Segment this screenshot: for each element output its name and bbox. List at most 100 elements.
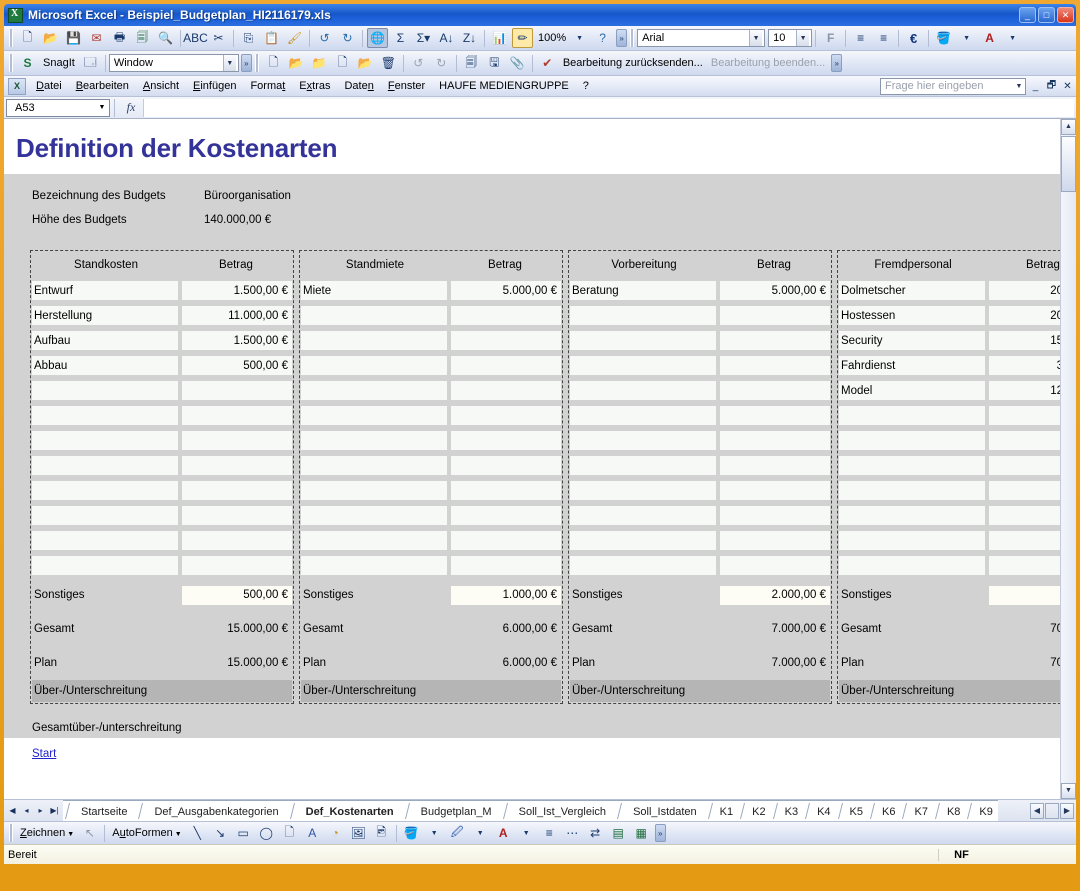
copy-icon[interactable]: ⎘ xyxy=(238,28,259,48)
picture-icon[interactable]: 🖻 xyxy=(371,823,392,843)
cost-item-amount-cell[interactable] xyxy=(989,406,1060,425)
minimize-button[interactable]: _ xyxy=(1019,7,1036,23)
menu-item-bearbeiten[interactable]: Bearbeiten xyxy=(69,78,136,94)
cost-item-amount-cell[interactable] xyxy=(989,556,1060,575)
cost-item-amount-cell[interactable] xyxy=(720,356,830,375)
currency-format-button[interactable]: € xyxy=(903,28,924,48)
toolbar-overflow-button[interactable]: » xyxy=(655,824,666,842)
workbook-restore-button[interactable]: 🗗 xyxy=(1045,78,1058,95)
cost-item-amount-cell[interactable] xyxy=(451,431,561,450)
formula-input[interactable] xyxy=(143,99,1074,117)
fill-color-icon[interactable]: 🪣 xyxy=(401,823,422,843)
cost-item-amount-cell[interactable] xyxy=(182,481,292,500)
workbook-icon[interactable]: X xyxy=(8,78,26,95)
cost-item-name-cell[interactable]: Miete xyxy=(301,281,447,300)
workflow-icon-4[interactable]: 🗋 xyxy=(332,53,353,73)
cost-item-amount-cell[interactable]: 1.500,00 € xyxy=(182,281,292,300)
workbook-close-button[interactable]: ✕ xyxy=(1061,81,1074,92)
last-sheet-icon[interactable]: ▶| xyxy=(48,806,61,815)
sheet-tab-soll_istdaten[interactable]: Soll_Istdaten xyxy=(624,800,706,821)
font-color-icon[interactable]: A xyxy=(493,823,514,843)
oval-icon[interactable]: ◯ xyxy=(256,823,277,843)
cost-item-amount-cell[interactable] xyxy=(451,556,561,575)
wordart-icon[interactable]: A xyxy=(302,823,323,843)
sort-asc-icon[interactable]: A↓ xyxy=(436,28,457,48)
chevron-down-icon[interactable]: ▼ xyxy=(956,28,977,48)
toolbar-grip[interactable] xyxy=(255,54,259,72)
format-painter-icon[interactable]: 🖌 xyxy=(284,28,305,48)
zoom-value[interactable]: 100% xyxy=(538,32,566,44)
select-objects-icon[interactable]: ↖ xyxy=(79,823,100,843)
cost-item-amount-cell[interactable] xyxy=(720,431,830,450)
sonstiges-value[interactable]: 2.000,00 € xyxy=(720,586,830,605)
cost-item-name-cell[interactable] xyxy=(839,531,985,550)
cost-item-amount-cell[interactable] xyxy=(182,381,292,400)
workflow-icon-3[interactable]: 📁 xyxy=(309,53,330,73)
arrow-style-icon[interactable]: ⇄ xyxy=(585,823,606,843)
cost-item-name-cell[interactable] xyxy=(32,481,178,500)
cost-item-name-cell[interactable] xyxy=(570,456,716,475)
cost-item-amount-cell[interactable]: 1.500,00 € xyxy=(182,331,292,350)
cost-item-amount-cell[interactable]: 3.000,0 xyxy=(989,356,1060,375)
cost-item-amount-cell[interactable] xyxy=(720,481,830,500)
cost-item-name-cell[interactable] xyxy=(839,506,985,525)
cost-item-name-cell[interactable] xyxy=(570,406,716,425)
font-name-combo[interactable]: Arial ▼ xyxy=(637,29,765,47)
snagit-profile-combo[interactable]: Window ▼ xyxy=(109,54,239,72)
scroll-down-button[interactable]: ▼ xyxy=(1061,783,1076,799)
start-link[interactable]: Start xyxy=(4,738,1060,760)
arrow-icon[interactable]: ↘ xyxy=(210,823,231,843)
chevron-down-icon[interactable]: ▼ xyxy=(424,823,445,843)
cost-item-name-cell[interactable] xyxy=(301,481,447,500)
line-style-icon[interactable]: ≡ xyxy=(539,823,560,843)
print-icon[interactable]: 🖶 xyxy=(109,28,130,48)
next-sheet-icon[interactable]: ▸ xyxy=(34,806,47,815)
cost-item-name-cell[interactable]: Abbau xyxy=(32,356,178,375)
chevron-down-icon[interactable]: ▼ xyxy=(516,823,537,843)
mail-icon[interactable]: ✉ xyxy=(86,28,107,48)
sheet-tab-k1[interactable]: K1 xyxy=(715,800,738,821)
autoshapes-menu[interactable]: AutoFormen▼ xyxy=(108,827,185,839)
cost-item-amount-cell[interactable] xyxy=(182,456,292,475)
menu-item-help[interactable]: ? xyxy=(576,78,596,94)
font-size-combo[interactable]: 10 ▼ xyxy=(768,29,812,47)
cost-item-amount-cell[interactable] xyxy=(989,481,1060,500)
open-icon[interactable]: 📂 xyxy=(40,28,61,48)
sheet-tab-k2[interactable]: K2 xyxy=(747,800,770,821)
cost-item-name-cell[interactable]: Herstellung xyxy=(32,306,178,325)
cost-item-amount-cell[interactable]: 12.000,0 xyxy=(989,381,1060,400)
budget-amount-value[interactable]: 140.000,00 € xyxy=(204,214,271,226)
sigma-icon[interactable]: Σ▾ xyxy=(413,28,434,48)
bold-button[interactable]: F xyxy=(820,28,841,48)
toolbar-overflow-button[interactable]: » xyxy=(616,29,627,47)
clipart-icon[interactable]: 🖼 xyxy=(348,823,369,843)
cost-item-name-cell[interactable] xyxy=(570,481,716,500)
autosum-icon[interactable]: Σ xyxy=(390,28,411,48)
cost-item-amount-cell[interactable]: 20.000,0 xyxy=(989,306,1060,325)
draw-menu[interactable]: Zeichnen▼ xyxy=(16,827,78,839)
align-center-icon[interactable]: ≡ xyxy=(873,28,894,48)
cost-item-amount-cell[interactable] xyxy=(451,381,561,400)
maximize-button[interactable]: □ xyxy=(1038,7,1055,23)
cost-item-amount-cell[interactable] xyxy=(989,431,1060,450)
cost-item-name-cell[interactable] xyxy=(570,531,716,550)
cut-icon[interactable]: ✂ xyxy=(208,28,229,48)
scroll-up-button[interactable]: ▲ xyxy=(1061,119,1076,135)
cost-item-name-cell[interactable] xyxy=(301,456,447,475)
cost-item-amount-cell[interactable] xyxy=(451,456,561,475)
chevron-down-icon[interactable]: ▼ xyxy=(223,55,236,71)
cost-item-name-cell[interactable] xyxy=(570,431,716,450)
new-icon[interactable]: 🗋 xyxy=(17,28,38,48)
sheet-tab-budgetplan_m[interactable]: Budgetplan_M xyxy=(412,800,501,821)
cost-item-name-cell[interactable] xyxy=(570,556,716,575)
workflow-icon-8[interactable]: ↻ xyxy=(431,53,452,73)
toolbar-overflow-button[interactable]: » xyxy=(241,54,252,72)
chart-wizard-icon[interactable]: 📊 xyxy=(489,28,510,48)
cost-item-name-cell[interactable] xyxy=(839,456,985,475)
workflow-icon-9[interactable]: 🗐 xyxy=(461,53,482,73)
cost-item-name-cell[interactable] xyxy=(839,481,985,500)
send-review-icon[interactable]: ✔ xyxy=(537,53,558,73)
insert-function-icon[interactable]: fx xyxy=(119,100,143,115)
scroll-thumb[interactable] xyxy=(1061,136,1076,192)
hyperlink-icon[interactable]: 🌐 xyxy=(367,28,388,48)
